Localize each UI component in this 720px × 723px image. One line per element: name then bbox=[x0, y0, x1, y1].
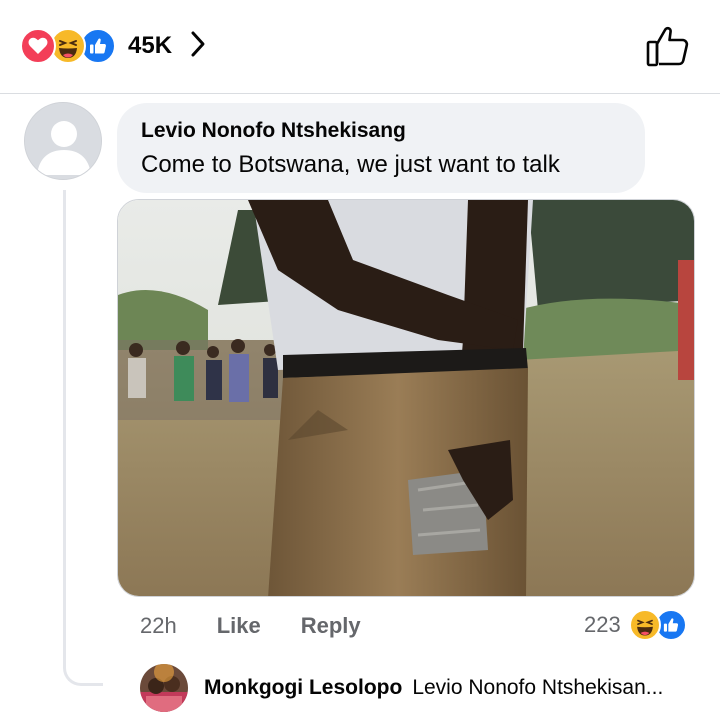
comment-reactions[interactable]: 223 bbox=[584, 605, 687, 645]
comment-time[interactable]: 22h bbox=[140, 613, 177, 639]
comment-author[interactable]: Levio Nonofo Ntshekisang bbox=[141, 118, 621, 144]
reply-preview[interactable]: Monkgogi Lesolopo Levio Nonofo Ntshekisa… bbox=[140, 662, 663, 714]
comment-reaction-count: 223 bbox=[584, 612, 621, 637]
chevron-right-icon[interactable] bbox=[190, 30, 206, 63]
reaction-summary[interactable]: 45K bbox=[20, 28, 206, 64]
avatar[interactable] bbox=[24, 102, 102, 180]
reactions-bar: 45K bbox=[0, 0, 720, 94]
comment-text: Come to Botswana, we just want to talk bbox=[141, 151, 560, 178]
comment-bubble: Levio Nonofo Ntshekisang Come to Botswan… bbox=[117, 103, 645, 193]
like-comment-button[interactable]: Like bbox=[217, 613, 261, 639]
comment-actions: 22h Like Reply bbox=[140, 611, 361, 641]
reaction-count[interactable]: 45K bbox=[128, 32, 172, 60]
reply-author[interactable]: Monkgogi Lesolopo bbox=[204, 676, 402, 700]
avatar[interactable] bbox=[140, 664, 188, 712]
like-button[interactable] bbox=[646, 25, 690, 72]
thread-connector bbox=[63, 190, 103, 686]
love-icon bbox=[20, 28, 56, 64]
haha-icon bbox=[628, 609, 661, 641]
reply-text: Levio Nonofo Ntshekisan... bbox=[412, 676, 664, 699]
comment-photo[interactable] bbox=[117, 199, 695, 597]
reply-button[interactable]: Reply bbox=[301, 613, 361, 639]
